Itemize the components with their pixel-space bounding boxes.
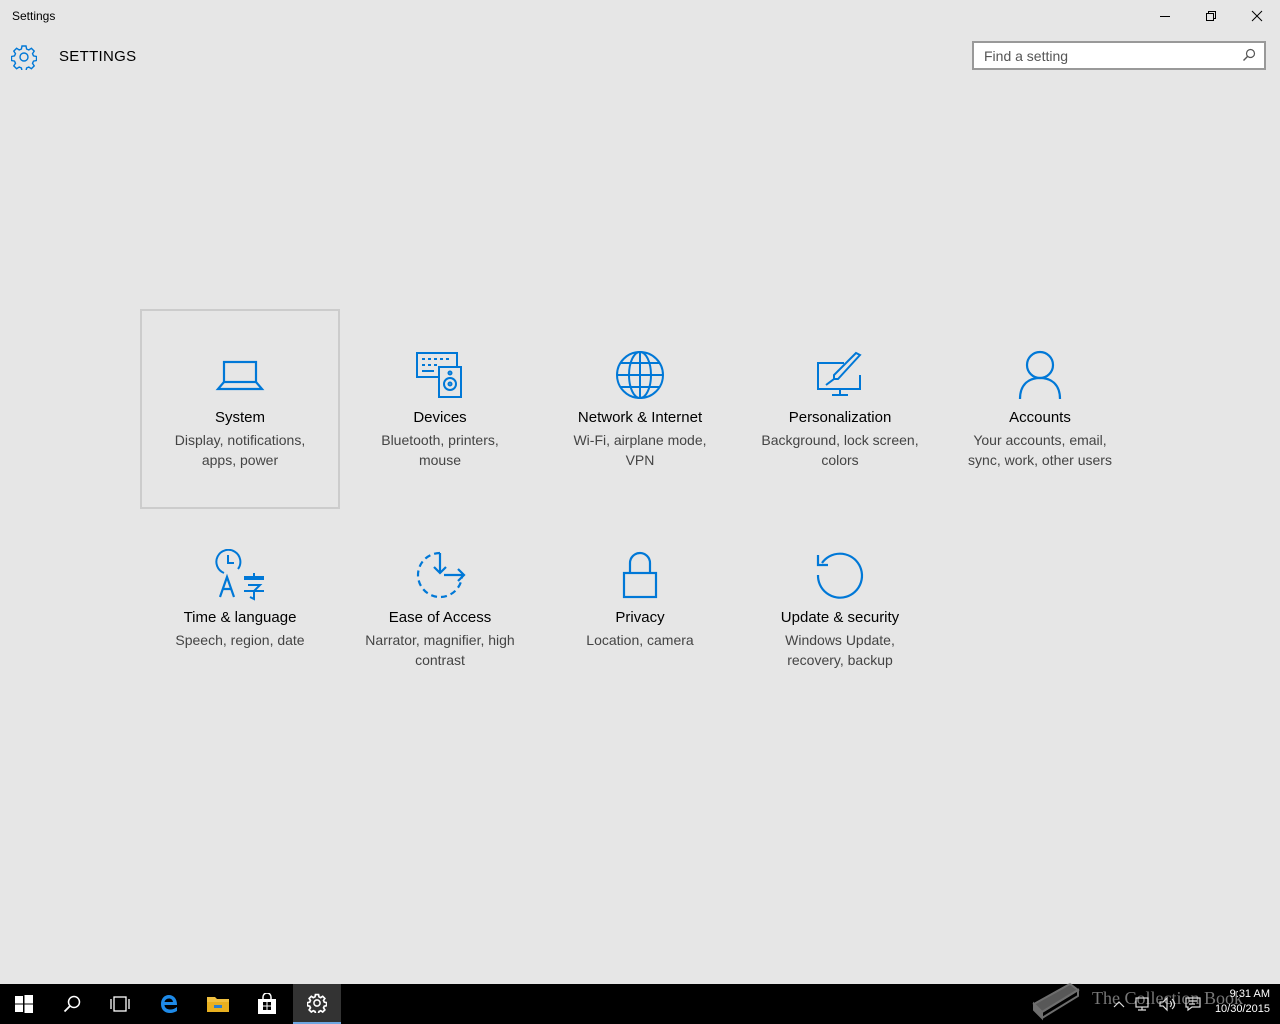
start-icon xyxy=(15,995,33,1013)
category-description: Location, camera xyxy=(586,632,694,648)
task-view-icon xyxy=(110,996,130,1012)
clock-time: 9:31 AM xyxy=(1229,988,1270,1000)
category-description: Display, notifications, apps, power xyxy=(174,432,306,468)
category-personalization[interactable]: Personalization Background, lock screen,… xyxy=(740,309,940,509)
minimize-icon xyxy=(1160,16,1170,17)
category-description: Speech, region, date xyxy=(175,632,305,648)
category-description: Wi-Fi, airplane mode, VPN xyxy=(573,432,707,468)
category-time-language[interactable]: Time & language Speech, region, date xyxy=(140,509,340,709)
category-label: Personalization xyxy=(788,409,892,426)
category-label: Privacy xyxy=(615,609,665,626)
minimize-button[interactable] xyxy=(1142,0,1188,32)
category-description: Windows Update, recovery, backup xyxy=(785,632,895,668)
settings-icon xyxy=(307,993,327,1013)
network-icon xyxy=(1135,997,1149,1011)
restore-button[interactable] xyxy=(1188,0,1234,32)
category-description: Background, lock screen, colors xyxy=(761,432,919,468)
category-privacy[interactable]: Privacy Location, camera xyxy=(540,509,740,709)
title-bar: Settings xyxy=(0,0,1280,32)
category-label: Devices xyxy=(413,409,467,426)
category-label: System xyxy=(214,409,265,426)
edge-button[interactable] xyxy=(146,984,194,1024)
category-update-security[interactable]: Update & security Windows Update, recove… xyxy=(740,509,940,709)
category-network-internet[interactable]: Network & Internet Wi-Fi, airplane mode,… xyxy=(540,309,740,509)
clock-date: 10/30/2015 xyxy=(1214,1003,1270,1015)
edge-icon xyxy=(161,995,177,1013)
store-button[interactable] xyxy=(243,984,291,1024)
volume-icon xyxy=(1159,996,1176,1012)
settings-taskbar-button[interactable] xyxy=(293,984,341,1024)
tray-icons xyxy=(1113,996,1201,1012)
file-explorer-icon xyxy=(207,997,229,1012)
book-watermark-icon xyxy=(1032,982,1080,1021)
store-icon xyxy=(258,993,276,1014)
category-description: Your accounts, email, sync, work, other … xyxy=(968,432,1112,468)
search-icon xyxy=(63,995,81,1013)
taskbar: The Collection Book 9:31 AM 10/30/2015 xyxy=(0,982,1280,1024)
person-icon xyxy=(1018,350,1062,400)
category-system[interactable]: System Display, notifications, apps, pow… xyxy=(140,309,340,509)
close-icon xyxy=(1251,10,1263,22)
start-button[interactable] xyxy=(0,984,48,1024)
page-title: SETTINGS xyxy=(59,48,137,65)
laptop-icon xyxy=(215,360,265,391)
category-devices[interactable]: Devices Bluetooth, printers, mouse xyxy=(340,309,540,509)
category-label: Ease of Access xyxy=(388,609,492,626)
task-view-button[interactable] xyxy=(96,984,144,1024)
file-explorer-button[interactable] xyxy=(194,984,242,1024)
category-description: Bluetooth, printers, mouse xyxy=(381,432,499,468)
clock[interactable]: 9:31 AM 10/30/2015 xyxy=(1215,987,1270,1017)
category-ease-of-access[interactable]: Ease of Access Narrator, magnifier, high… xyxy=(340,509,540,709)
category-label: Accounts xyxy=(1009,409,1071,426)
lock-icon xyxy=(622,551,658,599)
personalization-icon xyxy=(817,351,862,396)
system-tray xyxy=(1112,996,1222,1015)
category-label: Network & Internet xyxy=(577,409,703,426)
restore-icon xyxy=(1206,11,1216,21)
category-label: Time & language xyxy=(183,609,297,626)
ease-of-access-icon xyxy=(416,551,466,599)
taskbar-search-button[interactable] xyxy=(48,984,96,1024)
close-button[interactable] xyxy=(1234,0,1280,32)
chevron-up-icon xyxy=(1113,1001,1125,1008)
search-input[interactable] xyxy=(974,43,1234,68)
action-center-icon xyxy=(1185,997,1201,1012)
category-accounts[interactable]: Accounts Your accounts, email, sync, wor… xyxy=(940,309,1140,509)
gear-icon xyxy=(11,45,37,70)
window-title: Settings xyxy=(12,9,56,23)
update-icon xyxy=(816,552,864,599)
category-description: Narrator, magnifier, high contrast xyxy=(365,632,515,668)
devices-icon xyxy=(416,352,462,398)
time-language-icon xyxy=(215,549,264,601)
category-label: Update & security xyxy=(780,609,900,626)
globe-icon xyxy=(616,351,664,399)
search-icon[interactable] xyxy=(1242,48,1256,62)
search-box[interactable] xyxy=(972,41,1266,70)
